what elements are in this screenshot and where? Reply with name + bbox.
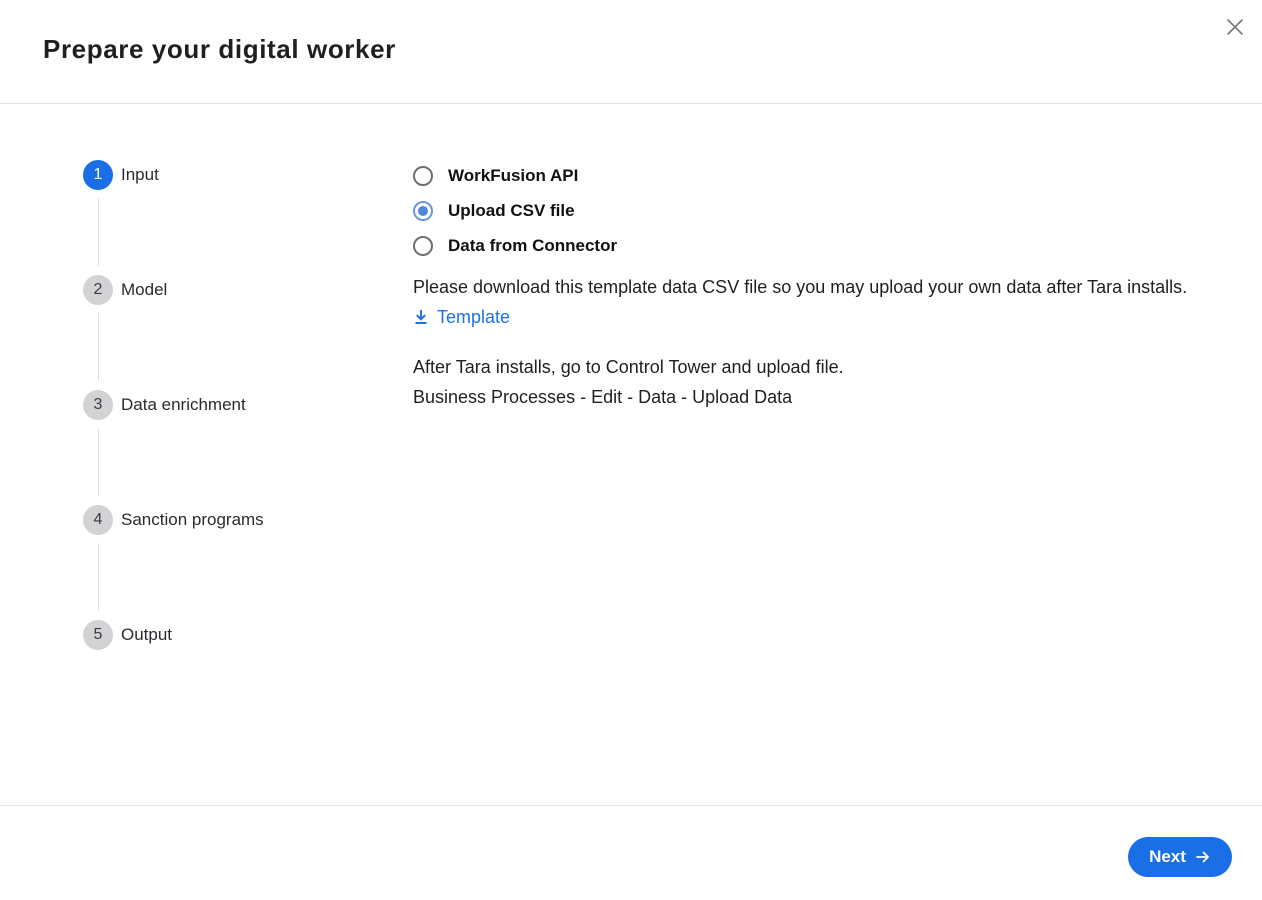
radio-button[interactable] [413, 165, 433, 186]
dialog-title: Prepare your digital worker [43, 34, 396, 64]
template-download-link[interactable]: Template [413, 302, 510, 332]
step-connector [98, 543, 99, 611]
template-description: Please download this template data CSV f… [413, 277, 1188, 297]
step-number: 4 [83, 505, 113, 535]
step-label: Input [121, 165, 159, 184]
step-connector [98, 198, 99, 266]
radio-button[interactable] [413, 235, 433, 256]
instructions-path: Business Processes - Edit - Data - Uploa… [413, 387, 793, 407]
template-link-label: Template [437, 307, 511, 327]
arrow-right-icon [1196, 851, 1209, 863]
step-input[interactable]: 1 Input [83, 160, 159, 190]
next-button[interactable]: Next [1128, 837, 1232, 877]
close-icon [1227, 19, 1243, 35]
step-label: Model [121, 280, 168, 299]
step-number: 3 [83, 390, 113, 420]
download-icon [415, 310, 427, 324]
stepper: 1 Input 2 Model 3 Data enrichment 4 Sanc… [83, 160, 343, 660]
radio-label: Upload CSV file [448, 200, 575, 220]
step-model[interactable]: 2 Model [83, 275, 167, 305]
step-sanction-programs[interactable]: 4 Sanction programs [83, 505, 264, 535]
radio-option-workfusion-api[interactable]: WorkFusion API [413, 158, 1213, 193]
step-label: Output [121, 625, 173, 644]
close-button[interactable] [1222, 14, 1248, 40]
radio-label: Data from Connector [448, 235, 618, 255]
step-connector [98, 313, 99, 381]
instructions-line: After Tara installs, go to Control Tower… [413, 357, 844, 377]
step-label: Sanction programs [121, 510, 264, 529]
radio-option-data-from-connector[interactable]: Data from Connector [413, 228, 1213, 263]
dialog-header: Prepare your digital worker [0, 0, 1262, 104]
step-connector [98, 428, 99, 496]
step-content: WorkFusion API Upload CSV file Data from… [413, 158, 1213, 412]
step-output[interactable]: 5 Output [83, 620, 172, 650]
radio-option-upload-csv[interactable]: Upload CSV file [413, 193, 1213, 228]
step-number: 2 [83, 275, 113, 305]
step-data-enrichment[interactable]: 3 Data enrichment [83, 390, 246, 420]
dialog-footer [0, 805, 1262, 900]
step-label: Data enrichment [121, 395, 246, 414]
next-button-label: Next [1149, 847, 1186, 866]
radio-label: WorkFusion API [448, 165, 579, 185]
input-source-radio-group: WorkFusion API Upload CSV file Data from… [413, 158, 1213, 263]
radio-button-selected[interactable] [413, 200, 433, 221]
upload-instructions: After Tara installs, go to Control Tower… [413, 352, 1213, 412]
prepare-worker-dialog: Prepare your digital worker 1 Input 2 Mo… [0, 0, 1262, 900]
step-number: 5 [83, 620, 113, 650]
step-number: 1 [83, 160, 113, 190]
